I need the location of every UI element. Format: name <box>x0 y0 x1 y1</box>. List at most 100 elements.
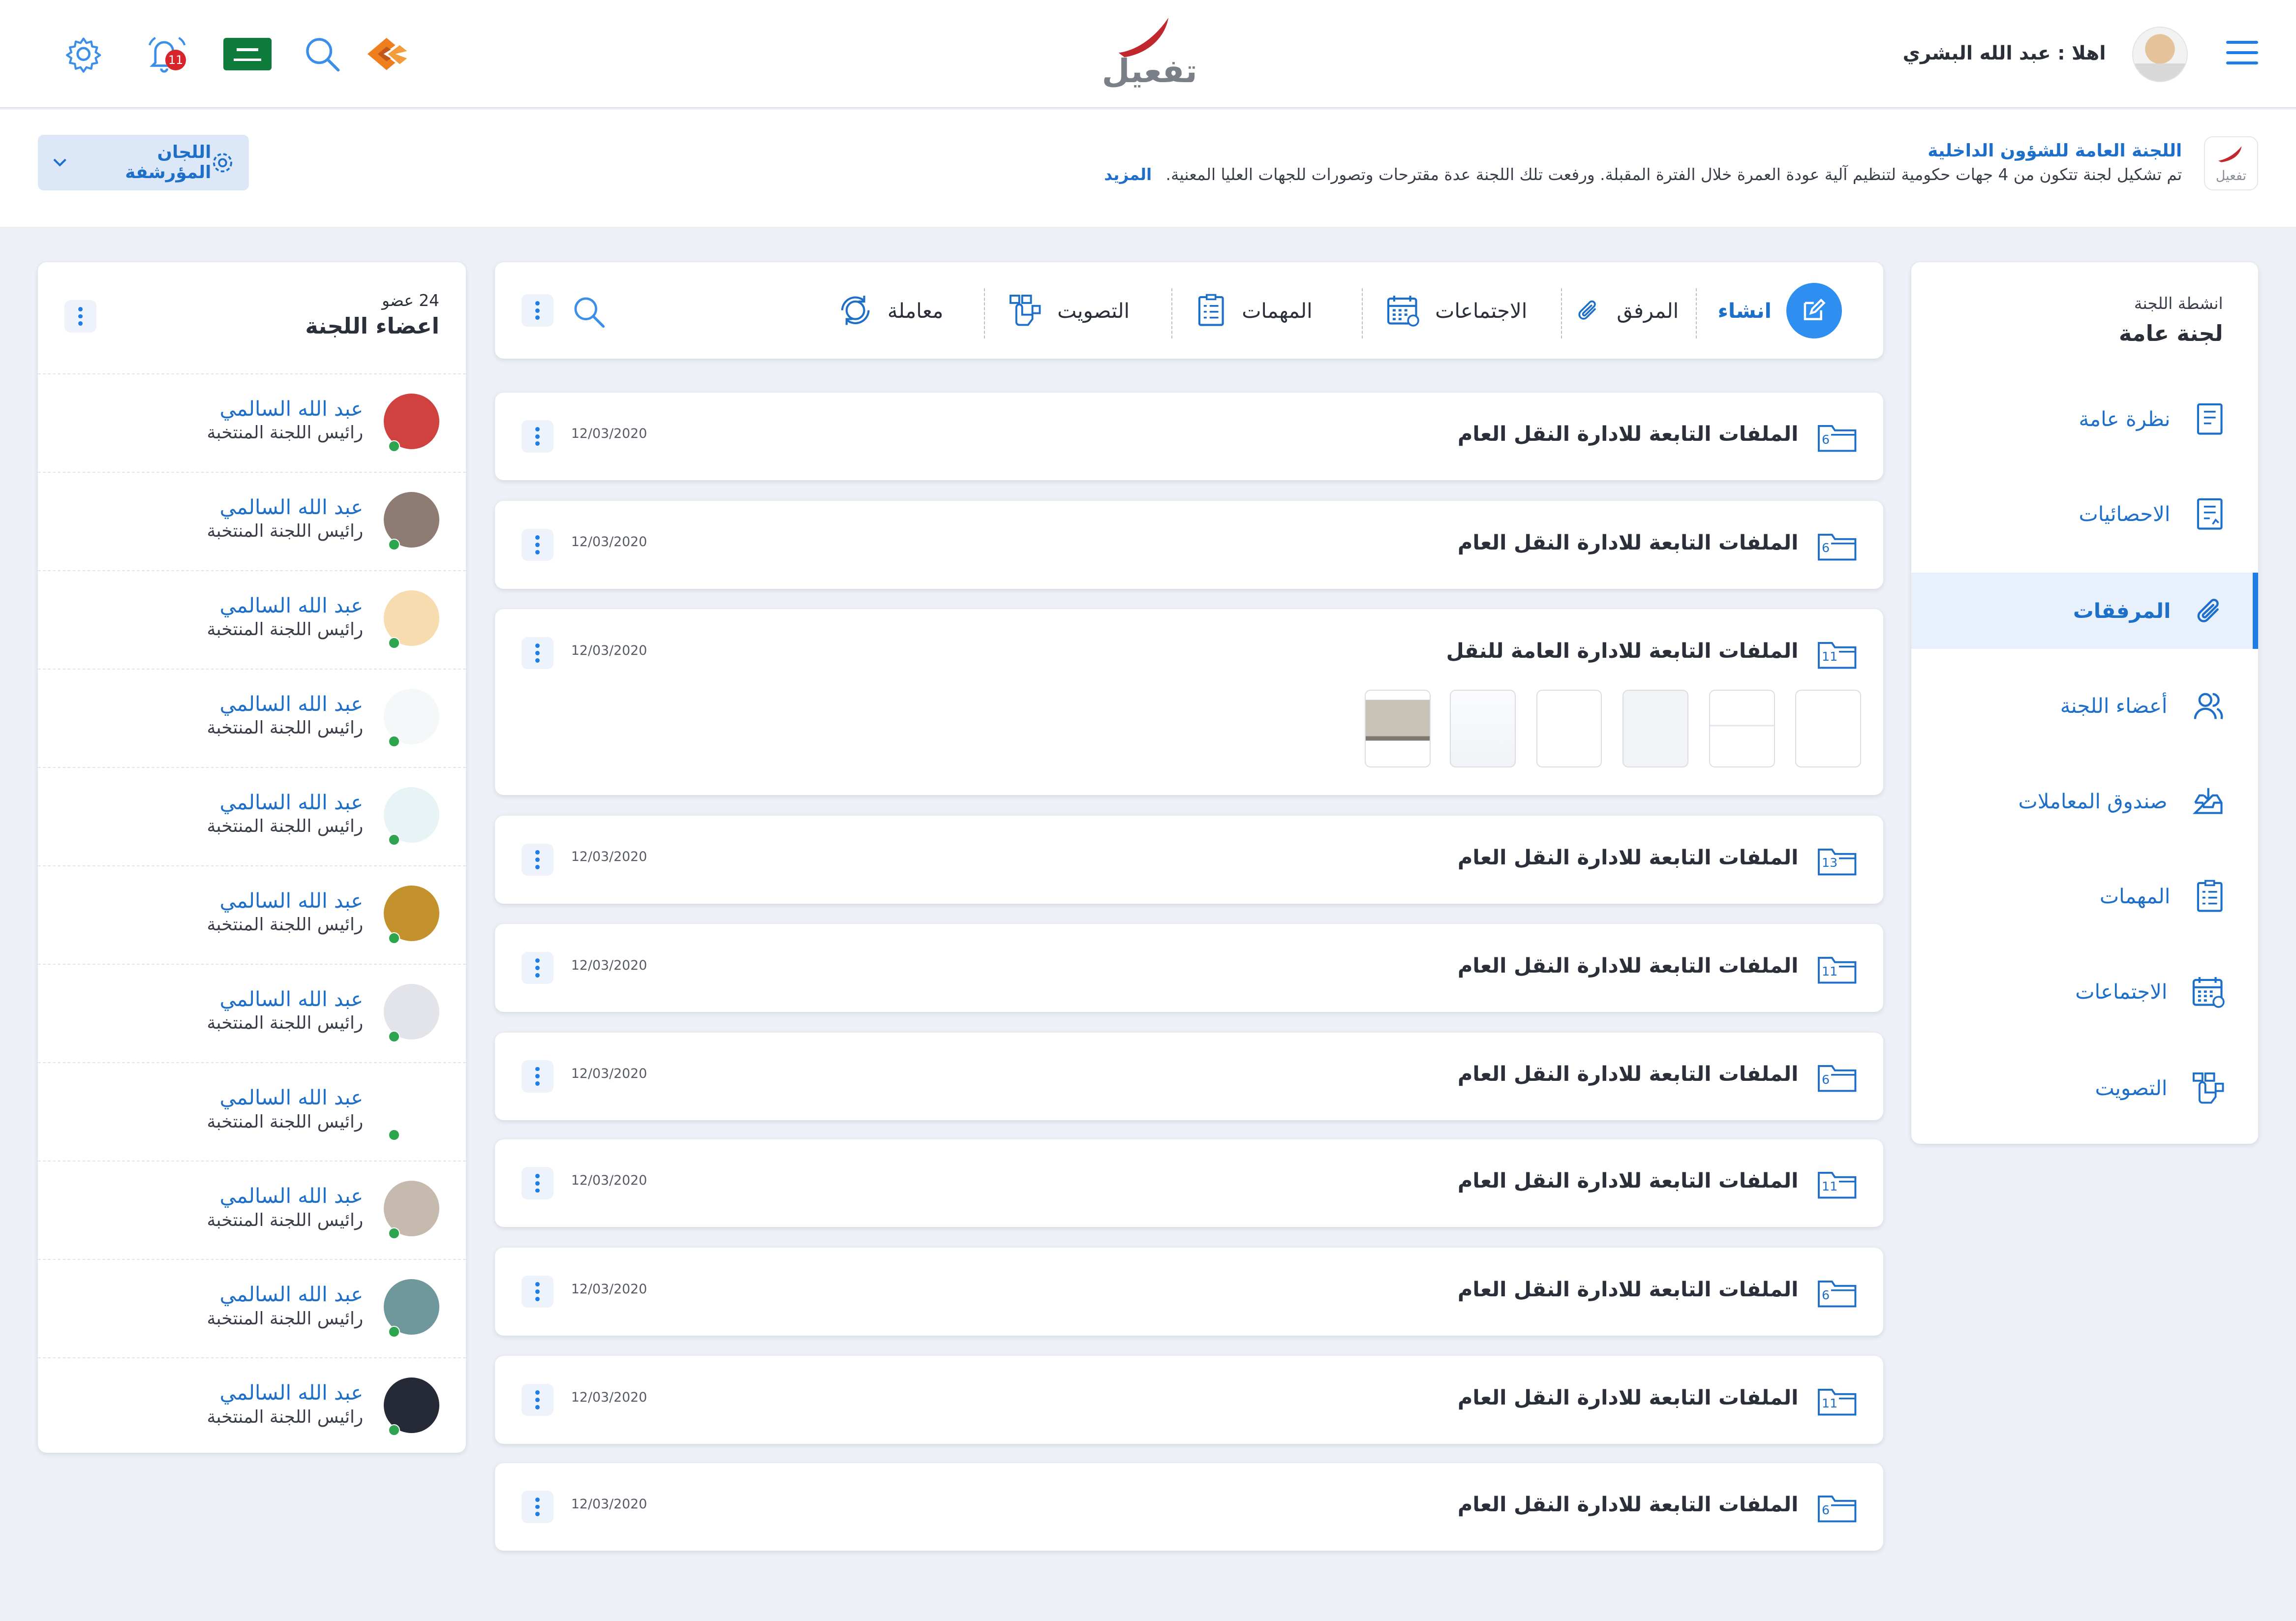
more-options-icon[interactable] <box>521 1167 554 1199</box>
nav-item-voting[interactable]: التصويت <box>1911 1050 2258 1126</box>
tasks-button[interactable]: المهمات <box>1195 262 1313 359</box>
more-options-icon[interactable] <box>521 1491 554 1523</box>
file-row[interactable]: 13 الملفات التابعة للادارة النقل العام 12/… <box>495 816 1884 904</box>
folder-icon: 13 <box>1816 842 1860 877</box>
member-item[interactable]: عبد الله السالمي رائيس اللجنة المنتخبة <box>38 669 466 766</box>
more-options-icon[interactable] <box>64 300 97 333</box>
file-thumbnail[interactable] <box>1536 690 1602 767</box>
attachment-button[interactable]: المرفق <box>1576 262 1679 359</box>
more-options-icon[interactable] <box>521 843 554 876</box>
member-item[interactable]: عبد الله السالمي رائيس اللجنة المنتخبة <box>38 1062 466 1160</box>
file-count: 13 <box>1820 855 1839 872</box>
file-date: 12/03/2020 <box>571 1497 647 1512</box>
member-name: عبد الله السالمي <box>219 1282 364 1306</box>
nav-title: لجنة عامة <box>2118 320 2223 346</box>
member-item[interactable]: عبد الله السالمي رائيس اللجنة المنتخبة <box>38 1259 466 1357</box>
member-item[interactable]: عبد الله السالمي رائيس اللجنة المنتخبة <box>38 570 466 668</box>
nav-item-statistics[interactable]: الاحصائيات <box>1911 476 2258 552</box>
file-thumbnail[interactable] <box>1709 690 1775 767</box>
online-status-dot <box>388 1326 400 1338</box>
more-link[interactable]: المزيد <box>1104 165 1152 184</box>
file-row[interactable]: 11 الملفات التابعة للادارة النقل العام 12/… <box>495 1356 1884 1444</box>
file-row[interactable]: 11 الملفات التابعة للادارة العامة للنقل 12… <box>495 609 1884 795</box>
nav-item-attachments[interactable]: المرفقات <box>1911 572 2259 649</box>
file-count: 6 <box>1820 1502 1832 1519</box>
more-options-icon[interactable] <box>521 294 554 327</box>
file-title: الملفات التابعة للادارة النقل العام <box>1457 530 1799 554</box>
member-item[interactable]: عبد الله السالمي رائيس اللجنة المنتخبة <box>38 964 466 1062</box>
settings-icon <box>213 153 233 172</box>
nav-item-tasks[interactable]: المهمات <box>1911 858 2258 934</box>
paperclip-icon <box>2197 598 2219 622</box>
file-row[interactable]: 6 الملفات التابعة للادارة النقل العام 12/0… <box>495 1463 1884 1551</box>
search-icon[interactable] <box>300 32 344 76</box>
folder-icon: 11 <box>1816 950 1860 985</box>
more-options-icon[interactable] <box>521 1275 554 1308</box>
file-count: 6 <box>1820 432 1832 448</box>
file-row[interactable]: 11 الملفات التابعة للادارة النقل العام 12/… <box>495 924 1884 1012</box>
logo-text: تفعيل <box>1102 53 1197 91</box>
tasks-label: المهمات <box>1242 298 1313 323</box>
attachment-label: المرفق <box>1617 298 1679 323</box>
voting-button[interactable]: التصويت <box>1008 262 1130 359</box>
notification-bell-icon[interactable]: 11 <box>144 32 187 76</box>
file-thumbnail[interactable] <box>1623 690 1689 767</box>
archived-committees-dropdown[interactable]: اللجان المؤرشفة <box>38 134 249 190</box>
online-status-dot <box>388 932 400 944</box>
file-thumbnail[interactable] <box>1795 690 1862 767</box>
online-status-dot <box>388 1129 400 1141</box>
meetings-label: الاجتماعات <box>1435 298 1528 323</box>
file-count: 6 <box>1820 1071 1832 1088</box>
file-title: الملفات التابعة للادارة النقل العام <box>1457 1277 1799 1301</box>
member-item[interactable]: عبد الله السالمي رائيس اللجنة المنتخبة <box>38 1357 466 1455</box>
file-date: 12/03/2020 <box>571 1066 647 1082</box>
more-options-icon[interactable] <box>521 637 554 670</box>
nav-subtitle: انشطة اللجنة <box>2134 294 2223 313</box>
more-options-icon[interactable] <box>521 1060 554 1093</box>
vote-icon <box>2193 1072 2224 1104</box>
nav-item-meetings[interactable]: الاجتماعات <box>1911 953 2258 1030</box>
nav-item-label: المهمات <box>2099 884 2171 909</box>
file-row[interactable]: 6 الملفات التابعة للادارة النقل العام 12/0… <box>495 1248 1884 1336</box>
app-switcher-logo-icon[interactable] <box>365 32 408 76</box>
file-row[interactable]: 6 الملفات التابعة للادارة النقل العام 12/0… <box>495 501 1884 589</box>
member-item[interactable]: عبد الله السالمي رائيس اللجنة المنتخبة <box>38 865 466 963</box>
member-name: عبد الله السالمي <box>219 986 364 1011</box>
more-options-icon[interactable] <box>521 951 554 984</box>
member-item[interactable]: عبد الله السالمي رائيس اللجنة المنتخبة <box>38 373 466 471</box>
member-role: رائيس اللجنة المنتخبة <box>207 1013 364 1034</box>
file-thumbnail[interactable] <box>1449 690 1516 767</box>
member-role: رائيس اللجنة المنتخبة <box>207 816 364 837</box>
member-role: رائيس اللجنة المنتخبة <box>207 718 364 738</box>
folder-icon: 11 <box>1816 636 1860 671</box>
saudi-flag-icon[interactable] <box>222 32 272 76</box>
member-role: رائيس اللجنة المنتخبة <box>207 1308 364 1329</box>
top-bar: 11 تفعيل اهلا : عبد الله البشري <box>0 0 2296 109</box>
nav-item-members[interactable]: أعضاء اللجنة <box>1911 668 2258 744</box>
tafeel-logo: تفعيل <box>1084 15 1216 97</box>
nav-item-transactions-box[interactable]: صندوق المعاملات <box>1911 763 2258 839</box>
file-thumbnail[interactable] <box>1365 690 1431 767</box>
more-options-icon[interactable] <box>521 420 554 453</box>
gear-icon[interactable] <box>61 32 105 76</box>
paperclip-icon <box>1578 300 1596 320</box>
user-avatar[interactable] <box>2132 26 2188 82</box>
file-row[interactable]: 6 الملفات التابعة للادارة النقل العام 12/0… <box>495 1032 1884 1121</box>
search-icon[interactable] <box>571 294 606 329</box>
create-button[interactable]: انشاء <box>1718 262 1842 359</box>
nav-item-overview[interactable]: نظرة عامة <box>1911 381 2258 457</box>
file-row[interactable]: 6 الملفات التابعة للادارة النقل العام 12/0… <box>495 392 1884 481</box>
member-item[interactable]: عبد الله السالمي رائيس اللجنة المنتخبة <box>38 767 466 865</box>
more-options-icon[interactable] <box>521 528 554 561</box>
hamburger-menu-icon[interactable] <box>2226 41 2259 67</box>
meetings-button[interactable]: الاجتماعات <box>1385 262 1527 359</box>
online-status-dot <box>388 735 400 747</box>
member-item[interactable]: عبد الله السالمي رائيس اللجنة المنتخبة <box>38 1161 466 1258</box>
member-item[interactable]: عبد الله السالمي رائيس اللجنة المنتخبة <box>38 472 466 570</box>
member-role: رائيس اللجنة المنتخبة <box>207 1111 364 1132</box>
more-options-icon[interactable] <box>521 1383 554 1416</box>
banner-title: اللجنة العامة للشؤون الداخلية <box>1928 140 2182 161</box>
file-row[interactable]: 11 الملفات التابعة للادارة النقل العام 12/… <box>495 1139 1884 1227</box>
transaction-button[interactable]: معاملة <box>838 262 943 359</box>
banner-description-text: تم تشكيل لجنة تتكون من 4 جهات حكومية لتن… <box>1165 165 2182 184</box>
